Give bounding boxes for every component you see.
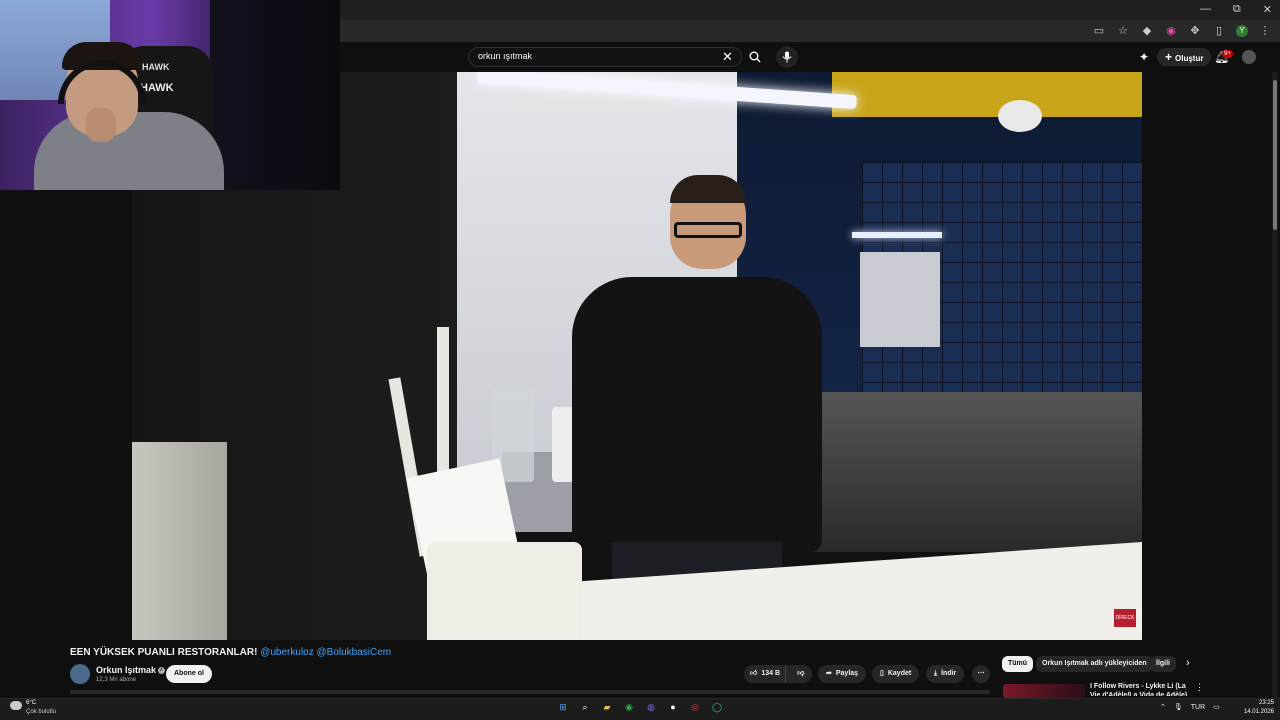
weather-description[interactable]: Çok bulutlu — [26, 709, 56, 715]
share-icon: ➦ — [826, 670, 832, 677]
share-button[interactable]: ➦ Paylaş — [818, 665, 867, 683]
channel-avatar[interactable] — [70, 664, 90, 684]
more-dots-icon: ⋯ — [977, 670, 985, 677]
title-mention-link[interactable]: @BolukbasiCem — [317, 647, 392, 658]
download-icon: ⤓ — [934, 670, 938, 677]
voice-search-button[interactable] — [776, 46, 798, 68]
scrollbar-thumb[interactable] — [1273, 80, 1277, 230]
save-button[interactable]: ▯ Kaydet — [872, 665, 920, 683]
description-box[interactable] — [70, 690, 990, 694]
dislike-button[interactable]: 👎︎ — [790, 665, 812, 683]
chrome-menu-icon[interactable]: ⋮ — [1258, 24, 1272, 37]
clock-date[interactable]: 14.01.2026 — [1238, 709, 1274, 715]
video-title-text: EEN YÜKSEK PUANLI RESTORANLAR! — [70, 647, 258, 658]
puzzle-icon[interactable]: ✥ — [1188, 24, 1202, 37]
like-count: 134 B — [761, 670, 781, 677]
chevron-right-icon[interactable]: › — [1186, 657, 1190, 669]
subscriber-count: 12,3 Mn abone — [96, 677, 137, 683]
search-icon[interactable]: ⌕ — [578, 700, 592, 714]
bookmark-icon: ▯ — [880, 670, 884, 677]
taskbar-apps: ⊞ ⌕ ▰ ◉ ◍ ● ◎ ◯ — [556, 700, 724, 714]
chair-brand: HAWK — [140, 82, 174, 94]
chip-all[interactable]: Tümü — [1002, 656, 1034, 672]
subscribe-button[interactable]: Abone ol — [166, 665, 212, 683]
windows-start-icon[interactable]: ⊞ — [556, 700, 570, 714]
create-button[interactable]: + Oluştur — [1157, 48, 1212, 66]
video-hood-light — [852, 232, 942, 238]
channel-name[interactable]: Orkun Işıtmak ✓ — [96, 665, 166, 675]
video-stove — [812, 392, 1142, 552]
video-title: EEN YÜKSEK PUANLI RESTORANLAR! @uberkulo… — [70, 647, 391, 658]
extension-icon[interactable]: ◆ — [1140, 24, 1154, 37]
plus-icon: + — [1165, 50, 1173, 64]
title-mention-link[interactable]: @uberkuloz — [260, 647, 314, 658]
chair-brand-top: HAWK — [142, 62, 170, 72]
toolbar-icons: ▭ ☆ ◆ ◉ ✥ ▯ Y ⋮ — [1092, 24, 1272, 37]
network-icon[interactable]: ▭ — [1213, 703, 1220, 711]
app-icon[interactable]: ◎ — [688, 700, 702, 714]
ai-sparkle-icon[interactable]: ✦ — [1139, 50, 1149, 64]
clock-time[interactable]: 23:25 — [1246, 700, 1274, 706]
search-query-text: orkun ışıtmak — [478, 51, 533, 61]
chip-from-uploader[interactable]: Orkun Işıtmak adlı yükleyiciden — [1036, 656, 1153, 672]
video-cup-stack — [132, 442, 227, 640]
webcam-room-shadow — [210, 0, 340, 190]
download-button[interactable]: ⤓ İndir — [926, 665, 965, 683]
extension-pink-icon[interactable]: ◉ — [1164, 24, 1178, 37]
video-person-torso — [572, 277, 822, 552]
video-napkin-holder — [427, 542, 582, 640]
webcam-streamer-hand — [86, 108, 116, 142]
file-explorer-icon[interactable]: ▰ — [600, 700, 614, 714]
video-yellow-ceiling — [832, 72, 1142, 117]
create-label: Oluştur — [1175, 54, 1204, 63]
bookmark-star-icon[interactable]: ☆ — [1116, 24, 1130, 37]
download-label: İndir — [941, 670, 957, 677]
clear-search-icon[interactable]: ✕ — [722, 49, 733, 65]
chip-related[interactable]: İlgili — [1150, 656, 1176, 672]
like-dislike-group: 👍︎ 134 B 👎︎ — [744, 665, 812, 683]
whatsapp-icon[interactable]: ◯ — [710, 700, 724, 714]
obs-icon[interactable]: ● — [666, 700, 680, 714]
close-window-button[interactable]: ✕ — [1263, 3, 1272, 16]
thumbs-up-icon: 👍︎ — [750, 670, 758, 677]
chevron-up-icon[interactable]: ⌃ — [1160, 703, 1166, 711]
verified-icon: ✓ — [158, 667, 166, 675]
account-avatar[interactable] — [1242, 50, 1256, 64]
restore-button[interactable]: ⧉ — [1233, 3, 1241, 16]
recommended-thumbnail[interactable] — [1003, 684, 1085, 698]
save-label: Kaydet — [887, 670, 912, 677]
video-hatch-window — [860, 252, 940, 347]
more-actions-button[interactable]: ⋯ — [972, 665, 990, 683]
window-controls: — ⧉ ✕ — [1200, 3, 1272, 16]
cast-icon[interactable]: ▭ — [1092, 24, 1106, 37]
language-indicator[interactable]: TUR — [1191, 704, 1205, 711]
search-icon — [749, 51, 761, 63]
microphone-icon — [782, 51, 792, 63]
like-button[interactable]: 👍︎ 134 B — [744, 665, 786, 683]
notification-badge: 9+ — [1222, 50, 1233, 58]
channel-name-text: Orkun Işıtmak — [96, 665, 157, 675]
channel-watermark[interactable]: DİRECK — [1114, 609, 1136, 627]
cloud-icon[interactable] — [10, 701, 22, 710]
sidebar-icon[interactable]: ▯ — [1212, 24, 1226, 37]
profile-avatar[interactable]: Y — [1236, 24, 1248, 37]
weather-temperature[interactable]: 6°C — [26, 700, 36, 706]
recommended-menu-icon[interactable]: ⋮ — [1195, 682, 1204, 693]
video-person-glasses — [674, 222, 742, 238]
search-button[interactable] — [742, 47, 768, 67]
chrome-icon[interactable]: ◉ — [622, 700, 636, 714]
system-tray: ⌃ 🎙︎ TUR ▭ — [1160, 703, 1220, 712]
video-security-camera — [998, 100, 1042, 132]
discord-icon[interactable]: ◍ — [644, 700, 658, 714]
share-label: Paylaş — [835, 670, 859, 677]
webcam-overlay: HAWK HAWK — [0, 0, 340, 190]
minimize-button[interactable]: — — [1200, 3, 1211, 16]
microphone-icon[interactable]: 🎙︎ — [1174, 703, 1183, 711]
thumbs-down-icon: 👎︎ — [797, 670, 805, 677]
recommended-title[interactable]: I Follow Rivers - Lykke Li (La Vie d'Adè… — [1090, 682, 1190, 696]
